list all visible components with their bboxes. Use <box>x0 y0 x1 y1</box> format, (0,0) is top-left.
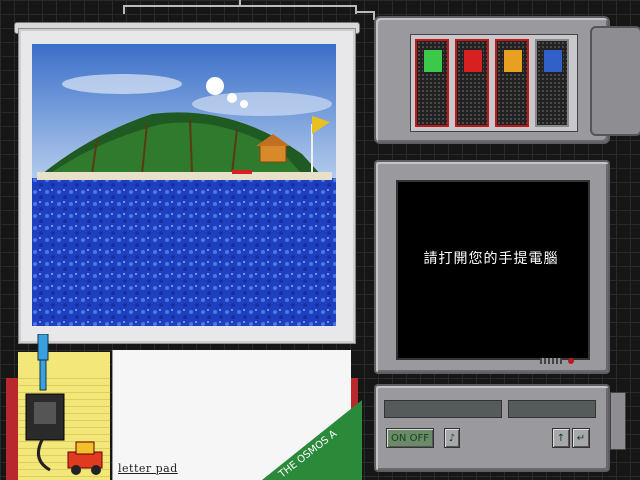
document-icon <box>543 49 563 73</box>
screen-message: 請打開您的手提電腦 <box>423 251 559 267</box>
power-toggle[interactable]: ON OFF <box>386 428 434 448</box>
monitor-screen <box>396 180 590 360</box>
bus-icon <box>503 49 523 73</box>
island-photo <box>32 44 336 326</box>
pad-sticker: THE OSMOS A <box>262 400 362 480</box>
pad-red-edge-left <box>6 378 18 480</box>
side-switch[interactable] <box>610 392 626 450</box>
green-face-icon <box>423 49 443 73</box>
display-field-left <box>384 400 502 418</box>
slot-green[interactable] <box>415 39 449 127</box>
slot-document[interactable] <box>535 39 569 127</box>
device-side-clip <box>590 26 640 136</box>
music-note-icon[interactable]: ♪ <box>444 428 460 448</box>
key-icon <box>37 334 49 391</box>
toy-car-icon <box>67 441 103 475</box>
red-face-icon <box>463 49 483 73</box>
cartridge-slots <box>410 34 578 132</box>
slot-red[interactable] <box>455 39 489 127</box>
power-plug-icon <box>25 393 65 472</box>
letter-pad-label[interactable]: letter pad <box>118 462 178 475</box>
speaker-grille <box>540 358 562 364</box>
return-icon[interactable]: ↵ <box>572 428 590 448</box>
power-led-icon <box>568 358 574 364</box>
pad-decorations <box>25 334 103 475</box>
arrow-up-icon[interactable]: ↑ <box>552 428 570 448</box>
slot-bus[interactable] <box>495 39 529 127</box>
display-field-right <box>508 400 596 418</box>
